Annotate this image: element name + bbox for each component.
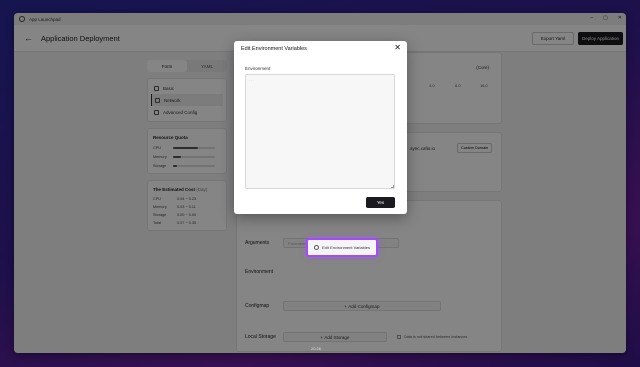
edit-env-modal: Edit Environment Variables ✕ Environment… bbox=[234, 41, 407, 214]
environment-textarea[interactable]: ... bbox=[245, 74, 395, 189]
resize-handle-icon[interactable] bbox=[391, 185, 394, 188]
taskbar-time: 20:26 bbox=[311, 346, 322, 351]
edit-environment-variables-button[interactable]: Edit Environment Variables bbox=[306, 238, 378, 257]
close-icon[interactable]: ✕ bbox=[394, 43, 401, 52]
gear-icon bbox=[314, 245, 320, 250]
yes-button[interactable]: Yes bbox=[366, 197, 395, 208]
modal-title: Edit Environment Variables bbox=[241, 46, 307, 52]
environment-field-label: Environment bbox=[245, 66, 271, 71]
edit-env-label: Edit Environment Variables bbox=[322, 245, 370, 250]
